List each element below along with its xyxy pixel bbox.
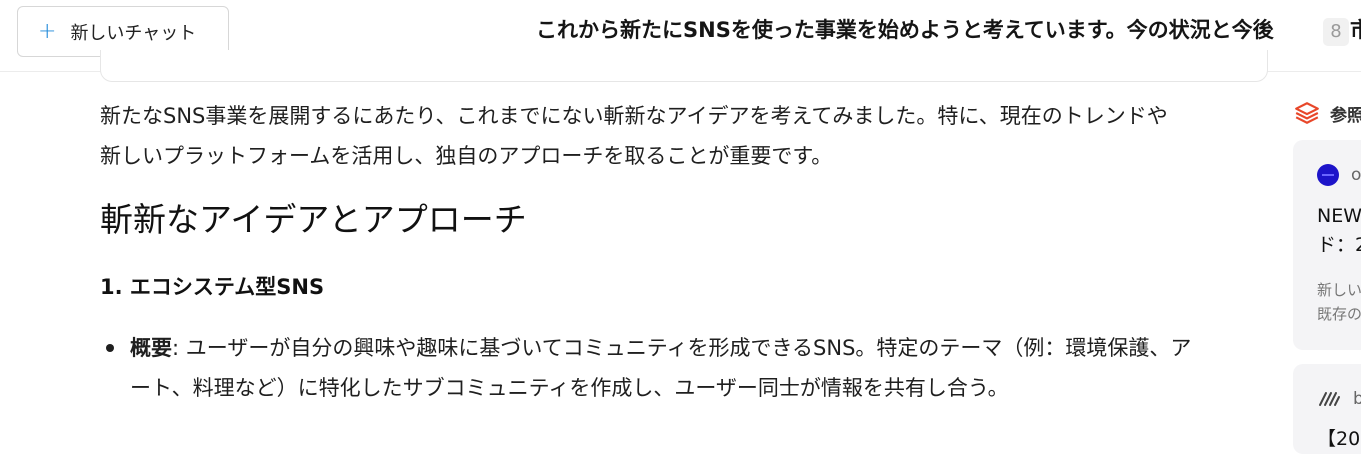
intro-line-1: 新たなSNS事業を展開するにあたり、これまでにない斬新なアイデアを考えてみました…: [100, 104, 1168, 128]
reference-title-line-1: NEW: [1317, 205, 1361, 227]
bullet-text-line-2: ート、料理など）に特化したサブコミュニティを作成し、ユーザー同士が情報を共有し合…: [130, 376, 1009, 400]
references-label: 参照: [1330, 105, 1361, 126]
bullet-list: 概要: ユーザーが自分の興味や趣味に基づいてコミュニティを形成できるSNS。特定…: [100, 328, 1272, 408]
answer-content: 新たなSNS事業を展開するにあたり、これまでにない斬新なアイデアを考えてみました…: [100, 96, 1272, 408]
source-name: b: [1353, 389, 1361, 409]
list-item: 概要: ユーザーが自分の興味や趣味に基づいてコミュニティを形成できるSNS。特定…: [100, 328, 1272, 408]
previous-message-card: [100, 50, 1268, 82]
references-header: 参照: [1294, 98, 1361, 128]
bullet-separator: :: [172, 336, 186, 360]
count-badge[interactable]: 8: [1323, 18, 1349, 46]
reference-snippet-line-1: 新しい: [1317, 281, 1361, 299]
intro-paragraph: 新たなSNS事業を展開するにあたり、これまでにない斬新なアイデアを考えてみました…: [100, 96, 1272, 176]
title-fade: [1280, 14, 1326, 48]
plus-icon: +: [38, 18, 57, 44]
section-heading: 斬新なアイデアとアプローチ: [100, 200, 527, 239]
reference-source: b: [1317, 388, 1361, 410]
source-logo-icon: [1317, 164, 1339, 186]
intro-line-2: 新しいプラットフォームを活用し、独自のアプローチを取ることが重要です。: [100, 144, 833, 168]
chat-title-tail: 市: [1350, 18, 1361, 42]
bullet-text-line-1: ユーザーが自分の興味や趣味に基づいてコミュニティを形成できるSNS。特定のテーマ…: [185, 336, 1192, 360]
bullet-label: 概要: [130, 336, 172, 360]
reference-snippet-line-2: 既存の: [1317, 305, 1361, 323]
subsection-heading: 1. エコシステム型SNS: [100, 275, 325, 299]
reference-card[interactable]: b 【20: [1293, 364, 1361, 454]
reference-snippet: 新しい 既存の: [1317, 278, 1361, 326]
reference-card[interactable]: o NEW ド：2 新しい 既存の: [1293, 140, 1361, 350]
reference-title: NEW ド：2: [1317, 202, 1361, 260]
stripes-logo-icon: [1319, 392, 1340, 406]
bullet-dot: [106, 344, 114, 352]
reference-title: 【20: [1317, 428, 1361, 450]
reference-source: o: [1317, 164, 1361, 186]
reference-title-line-2: ド：2: [1317, 234, 1361, 256]
layers-icon: [1295, 102, 1319, 124]
new-chat-label: 新しいチャット: [70, 22, 197, 44]
chat-title: これから新たにSNSを使った事業を始めようと考えています。今の状況と今後: [536, 18, 1274, 42]
source-name: o: [1351, 165, 1361, 185]
